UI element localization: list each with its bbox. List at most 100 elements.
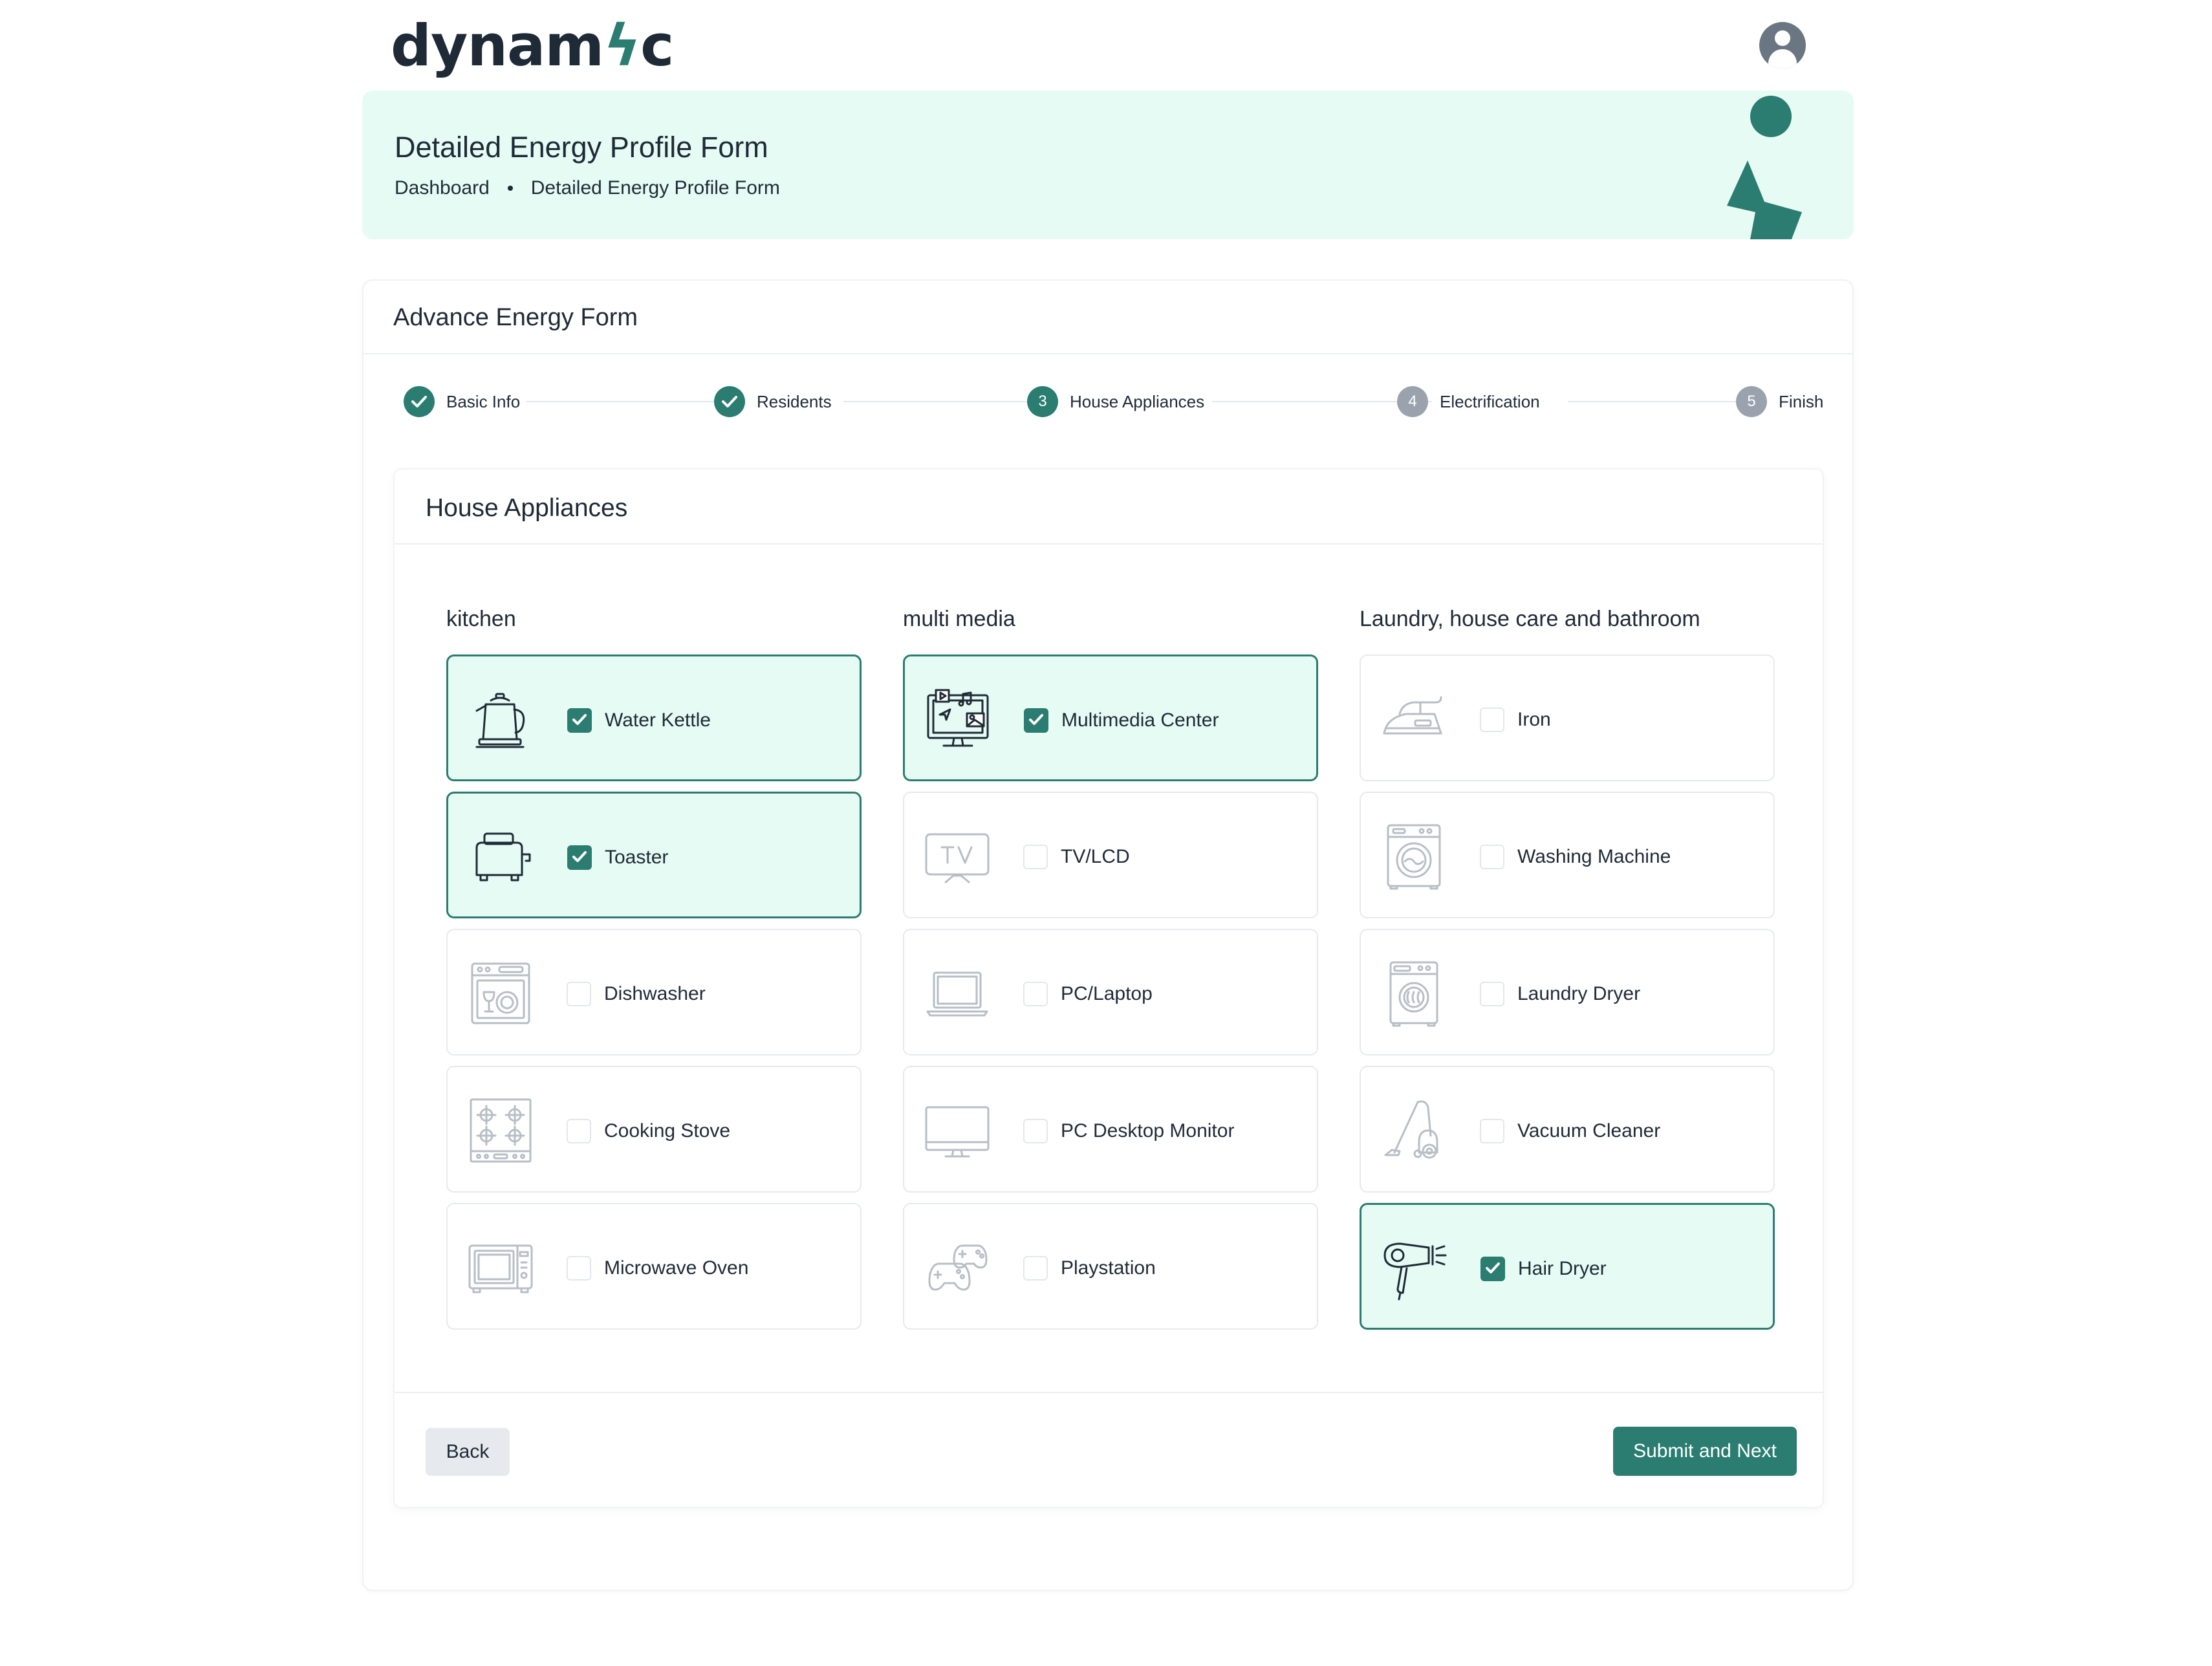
step-label: Residents bbox=[757, 391, 832, 411]
user-avatar-icon[interactable] bbox=[1759, 22, 1806, 69]
step-house-appliances[interactable]: 3 House Appliances bbox=[1027, 385, 1204, 418]
checkbox[interactable] bbox=[567, 845, 592, 870]
brand-logo[interactable]: dynam ϟ c bbox=[391, 12, 674, 79]
checkbox[interactable] bbox=[567, 1256, 591, 1281]
appliance-label: TV/LCD bbox=[1061, 846, 1130, 867]
step-number: 3 bbox=[1027, 386, 1058, 417]
column-title-kitchen: kitchen bbox=[446, 607, 516, 631]
checkbox[interactable] bbox=[1480, 1257, 1505, 1281]
checkbox[interactable] bbox=[567, 708, 592, 733]
appliance-label: Water Kettle bbox=[605, 709, 711, 731]
card-title: Advance Energy Form bbox=[393, 304, 638, 331]
appliance-card-washing-machine[interactable]: Washing Machine bbox=[1360, 792, 1775, 918]
checkbox[interactable] bbox=[567, 1119, 591, 1143]
checkbox[interactable] bbox=[1023, 1119, 1048, 1143]
column-title-laundry: Laundry, house care and bathroom bbox=[1360, 607, 1700, 631]
appliance-card-iron[interactable]: Iron bbox=[1360, 654, 1775, 781]
step-number: 5 bbox=[1736, 386, 1767, 417]
gamepad-icon bbox=[928, 1244, 988, 1291]
form-stepper: Basic Info Residents 3 House Appliances … bbox=[404, 385, 1827, 422]
appliance-card-water-kettle[interactable]: Water Kettle bbox=[446, 654, 862, 781]
appliance-label: Iron bbox=[1517, 709, 1551, 730]
step-residents[interactable]: Residents bbox=[714, 385, 832, 418]
column-title-multimedia: multi media bbox=[903, 607, 1015, 631]
checkbox[interactable] bbox=[1024, 708, 1048, 733]
logo-text-prefix: dynam bbox=[391, 12, 604, 79]
step-connector bbox=[526, 401, 737, 402]
page-banner: Detailed Energy Profile Form Dashboard D… bbox=[362, 91, 1854, 239]
appliance-card-tv-lcd[interactable]: TV/LCD bbox=[903, 792, 1318, 918]
checkbox[interactable] bbox=[1480, 982, 1504, 1006]
appliance-card-dishwasher[interactable]: Dishwasher bbox=[446, 929, 862, 1055]
step-label: Basic Info bbox=[446, 391, 521, 411]
avatar-head bbox=[1775, 30, 1790, 46]
step-connector bbox=[843, 401, 1054, 402]
checkbox[interactable] bbox=[1023, 1256, 1048, 1281]
appliance-card-hair-dryer[interactable]: Hair Dryer bbox=[1360, 1203, 1775, 1330]
laptop-icon bbox=[926, 971, 988, 1017]
avatar-body bbox=[1768, 49, 1797, 69]
step-label: Electrification bbox=[1440, 391, 1540, 411]
appliance-card-laundry-dryer[interactable]: Laundry Dryer bbox=[1360, 929, 1775, 1055]
checkbox[interactable] bbox=[1480, 845, 1504, 869]
iron-icon bbox=[1383, 696, 1442, 735]
section-divider bbox=[395, 543, 1823, 545]
house-appliances-panel: House Appliances kitchen multi media Lau… bbox=[393, 468, 1824, 1508]
check-icon bbox=[404, 386, 435, 417]
logo-text-suffix: c bbox=[640, 12, 674, 79]
checkbox[interactable] bbox=[1480, 708, 1504, 732]
appliance-card-playstation[interactable]: Playstation bbox=[903, 1203, 1318, 1330]
appliance-label: PC/Laptop bbox=[1061, 983, 1153, 1004]
dishwasher-icon bbox=[471, 962, 530, 1024]
laundry-dryer-icon bbox=[1389, 961, 1438, 1027]
appliance-card-microwave-oven[interactable]: Microwave Oven bbox=[446, 1203, 862, 1330]
microwave-icon bbox=[468, 1244, 533, 1293]
multimedia-icon bbox=[927, 689, 989, 747]
back-button[interactable]: Back bbox=[426, 1428, 510, 1476]
card-divider bbox=[363, 353, 1852, 354]
footer-divider bbox=[395, 1392, 1823, 1393]
breadcrumb: Dashboard Detailed Energy Profile Form bbox=[395, 177, 780, 199]
appliance-label: Playstation bbox=[1061, 1257, 1156, 1279]
appliance-label: Cooking Stove bbox=[604, 1120, 731, 1141]
page-title: Detailed Energy Profile Form bbox=[395, 131, 768, 164]
hair-dryer-icon bbox=[1383, 1242, 1447, 1301]
stove-icon bbox=[470, 1098, 532, 1163]
checkbox[interactable] bbox=[567, 982, 591, 1006]
appliance-label: Washing Machine bbox=[1517, 846, 1671, 867]
checkbox[interactable] bbox=[1023, 982, 1048, 1006]
step-label: Finish bbox=[1779, 391, 1824, 411]
appliance-label: Laundry Dryer bbox=[1517, 983, 1641, 1004]
appliance-label: Dishwasher bbox=[604, 983, 706, 1004]
submit-and-next-button[interactable]: Submit and Next bbox=[1613, 1427, 1797, 1476]
breadcrumb-separator bbox=[507, 186, 513, 191]
appliance-card-pc-laptop[interactable]: PC/Laptop bbox=[903, 929, 1318, 1055]
step-finish[interactable]: 5 Finish bbox=[1736, 385, 1823, 418]
step-basic-info[interactable]: Basic Info bbox=[404, 385, 520, 418]
toaster-icon bbox=[475, 832, 531, 882]
appliance-card-vacuum-cleaner[interactable]: Vacuum Cleaner bbox=[1360, 1066, 1775, 1193]
appliance-label: Multimedia Center bbox=[1061, 709, 1219, 731]
kettle-icon bbox=[475, 693, 525, 748]
appliance-label: Toaster bbox=[605, 847, 669, 868]
energy-person-illustration bbox=[1727, 96, 1802, 239]
breadcrumb-dashboard[interactable]: Dashboard bbox=[395, 177, 490, 199]
appliance-card-toaster[interactable]: Toaster bbox=[446, 792, 862, 918]
appliance-card-cooking-stove[interactable]: Cooking Stove bbox=[446, 1066, 862, 1193]
breadcrumb-current: Detailed Energy Profile Form bbox=[530, 177, 780, 199]
tv-icon bbox=[925, 833, 990, 883]
step-label: House Appliances bbox=[1070, 391, 1205, 411]
washing-machine-icon bbox=[1387, 824, 1441, 890]
monitor-icon bbox=[925, 1106, 990, 1158]
checkbox[interactable] bbox=[1023, 845, 1048, 869]
logo-bolt: ϟ bbox=[603, 12, 641, 79]
appliance-label: Hair Dryer bbox=[1518, 1258, 1607, 1279]
step-connector bbox=[1568, 401, 1759, 402]
appliance-card-pc-desktop-monitor[interactable]: PC Desktop Monitor bbox=[903, 1066, 1318, 1193]
appliance-label: PC Desktop Monitor bbox=[1061, 1120, 1235, 1141]
checkbox[interactable] bbox=[1480, 1119, 1504, 1143]
vacuum-icon bbox=[1384, 1100, 1438, 1159]
appliance-card-multimedia-center[interactable]: Multimedia Center bbox=[903, 654, 1318, 781]
step-electrification[interactable]: 4 Electrification bbox=[1397, 385, 1540, 418]
advance-energy-form-card: Advance Energy Form Basic Info Residents… bbox=[362, 279, 1854, 1591]
